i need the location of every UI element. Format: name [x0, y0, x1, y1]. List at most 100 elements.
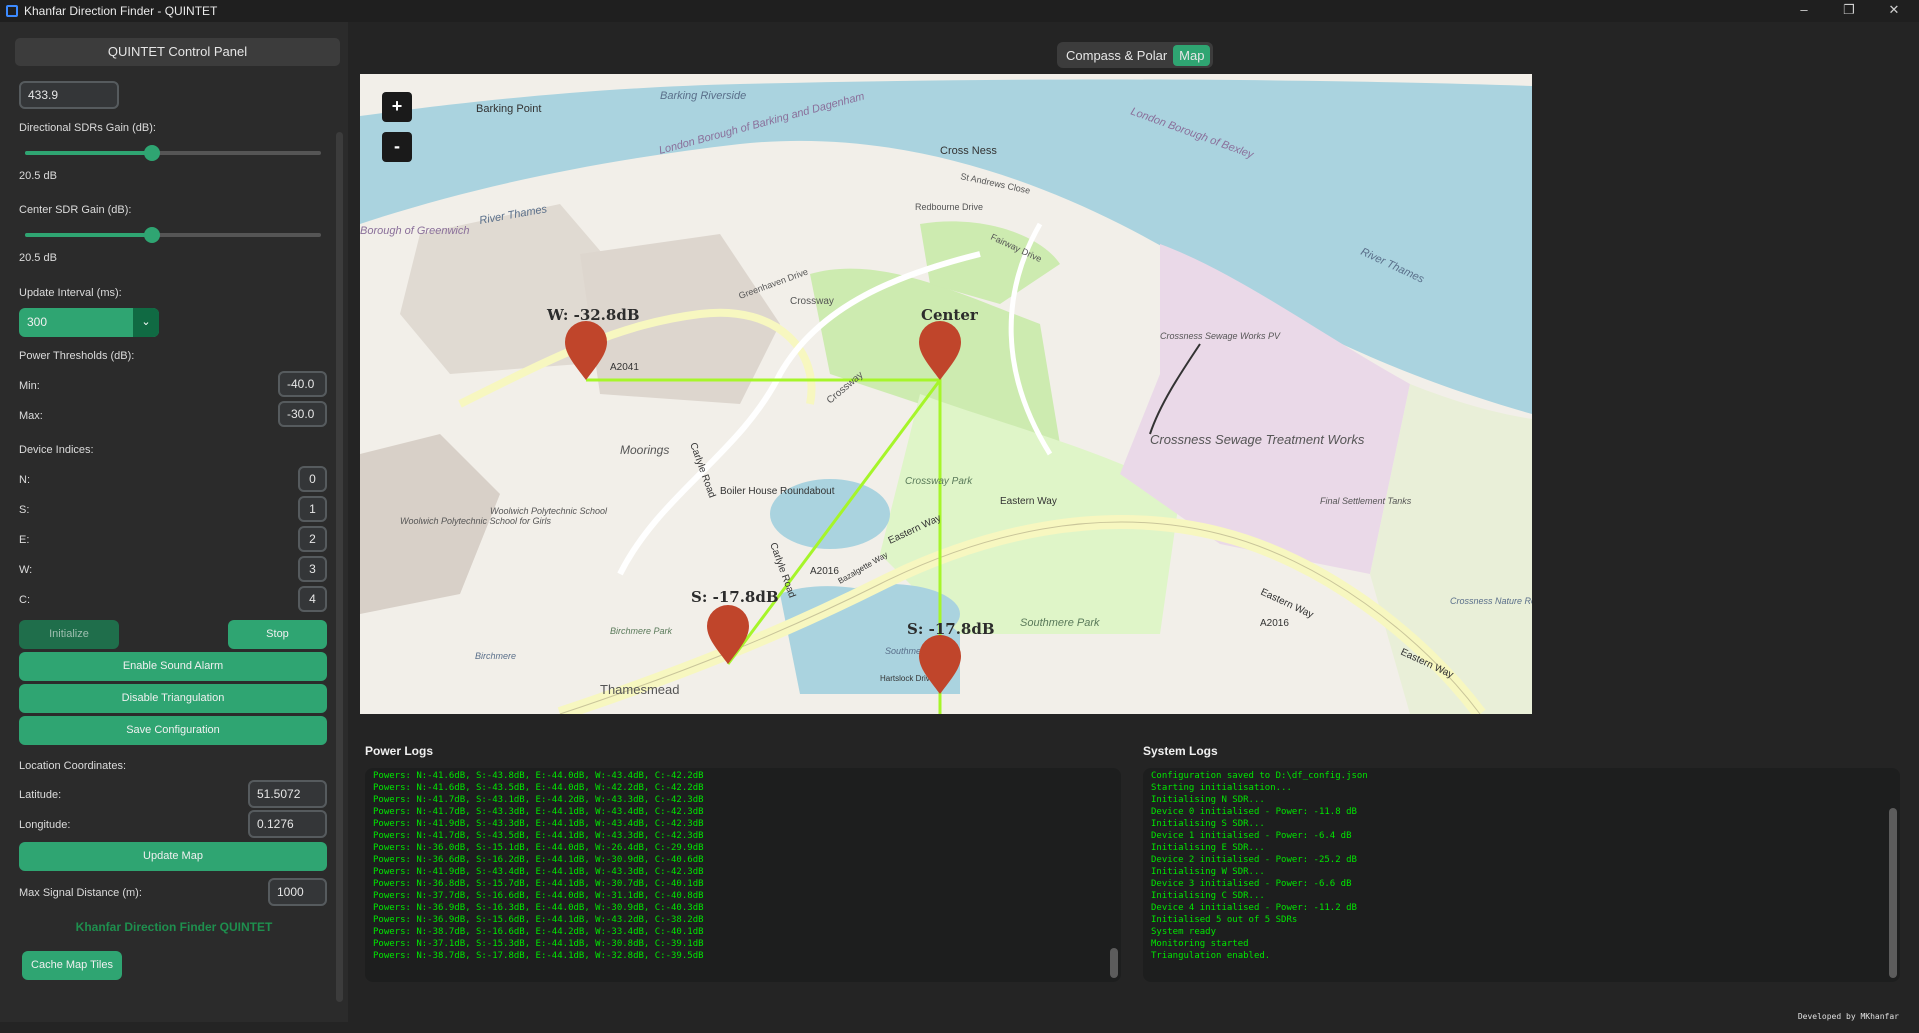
place-label: Crossway — [790, 296, 834, 307]
log-line: Initialising E SDR... — [1151, 843, 1265, 853]
place-label: Barking Riverside — [660, 90, 746, 102]
index-input-e[interactable]: 2 — [298, 526, 327, 552]
power-logs-scrollbar[interactable] — [1110, 948, 1118, 978]
system-logs-scrollbar[interactable] — [1889, 808, 1897, 978]
log-line: Device 0 initialised - Power: -11.8 dB — [1151, 807, 1357, 817]
center-gain-fill — [25, 233, 152, 237]
min-threshold-input[interactable]: -40.0 — [278, 371, 327, 397]
interval-value: 300 — [27, 315, 48, 329]
place-label: Southmere Park — [1020, 617, 1100, 629]
stop-button[interactable]: Stop — [228, 620, 327, 649]
place-label: Boiler House Roundabout — [720, 486, 835, 497]
log-line: System ready — [1151, 927, 1217, 937]
log-line: Powers: N:-38.7dB, S:-16.6dB, E:-44.2dB,… — [373, 927, 704, 937]
zoom-in-button[interactable]: + — [382, 92, 412, 122]
tab-map[interactable]: Map — [1173, 44, 1211, 66]
log-line: Device 4 initialised - Power: -11.2 dB — [1151, 903, 1357, 913]
marker-label-center: Center — [921, 306, 979, 324]
update-map-button[interactable]: Update Map — [19, 842, 327, 871]
app-icon — [6, 5, 18, 17]
view-tabs: Compass & Polar Map — [1057, 42, 1214, 68]
log-line: Initialising C SDR... — [1151, 891, 1265, 901]
center-gain-slider[interactable] — [25, 227, 321, 243]
triangulation-button[interactable]: Disable Triangulation — [19, 684, 327, 713]
place-label: Eastern Way — [1000, 496, 1057, 507]
log-line: Powers: N:-38.7dB, S:-17.8dB, E:-44.1dB,… — [373, 951, 704, 961]
index-label-n: N: — [19, 474, 30, 486]
log-line: Powers: N:-41.7dB, S:-43.5dB, E:-44.1dB,… — [373, 831, 704, 841]
maximize-button[interactable]: ❐ — [1826, 0, 1872, 22]
close-button[interactable]: ✕ — [1871, 0, 1917, 22]
dir-gain-handle[interactable] — [144, 145, 160, 161]
place-label: Moorings — [620, 443, 669, 457]
log-line: Starting initialisation... — [1151, 783, 1292, 793]
log-line: Powers: N:-41.6dB, S:-43.5dB, E:-44.0dB,… — [373, 783, 704, 793]
system-logs-panel[interactable]: Configuration saved to D:\df_config.json… — [1143, 768, 1900, 982]
place-label: Crossness Sewage Treatment Works — [1150, 432, 1365, 447]
control-panel-header: QUINTET Control Panel — [15, 38, 340, 66]
developer-credit: Developed by MKhanfar — [1797, 1012, 1899, 1021]
longitude-input[interactable]: 0.1276 — [248, 810, 327, 838]
place-label: A2016 — [810, 566, 839, 577]
initialize-button[interactable]: Initialize — [19, 620, 119, 649]
log-line: Configuration saved to D:\df_config.json — [1151, 771, 1368, 781]
log-line: Powers: N:-36.6dB, S:-16.2dB, E:-44.1dB,… — [373, 855, 704, 865]
center-gain-handle[interactable] — [144, 227, 160, 243]
power-logs-panel[interactable]: Powers: N:-41.6dB, S:-43.8dB, E:-44.0dB,… — [365, 768, 1121, 982]
log-line: Powers: N:-36.9dB, S:-16.3dB, E:-44.0dB,… — [373, 903, 704, 913]
center-gain-value: 20.5 dB — [19, 252, 57, 264]
marker-label-west: W: -32.8dB — [546, 306, 640, 324]
indices-label: Device Indices: — [19, 444, 94, 456]
max-distance-label: Max Signal Distance (m): — [19, 887, 142, 899]
log-line: Initialising S SDR... — [1151, 819, 1265, 829]
index-input-s[interactable]: 1 — [298, 496, 327, 522]
place-label: Crossness Nature Reserve — [1450, 596, 1532, 606]
save-config-button[interactable]: Save Configuration — [19, 716, 327, 745]
log-line: Powers: N:-41.7dB, S:-43.1dB, E:-44.2dB,… — [373, 795, 704, 805]
cache-tiles-button[interactable]: Cache Map Tiles — [22, 951, 122, 980]
thresholds-label: Power Thresholds (dB): — [19, 350, 135, 362]
place-label: Redbourne Drive — [915, 202, 983, 212]
brand-label: Khanfar Direction Finder QUINTET — [75, 920, 273, 934]
window-title: Khanfar Direction Finder - QUINTET — [24, 4, 218, 18]
zoom-out-button[interactable]: - — [382, 132, 412, 162]
map-view[interactable]: Barking Riverside Barking Point London B… — [360, 74, 1532, 714]
log-line: Powers: N:-41.9dB, S:-43.3dB, E:-44.1dB,… — [373, 819, 704, 829]
chevron-down-icon[interactable]: ⌄ — [133, 308, 159, 337]
log-line: Initialising W SDR... — [1151, 867, 1265, 877]
place-label: Birchmere Park — [610, 626, 673, 636]
interval-dropdown[interactable]: 300 ⌄ — [19, 308, 159, 337]
log-line: Device 1 initialised - Power: -6.4 dB — [1151, 831, 1352, 841]
max-distance-input[interactable]: 1000 — [268, 878, 327, 906]
max-threshold-input[interactable]: -30.0 — [278, 401, 327, 427]
log-line: Powers: N:-37.7dB, S:-16.6dB, E:-44.0dB,… — [373, 891, 704, 901]
log-line: Triangulation enabled. — [1151, 951, 1271, 961]
log-line: Initialised 5 out of 5 SDRs — [1151, 915, 1298, 925]
index-label-e: E: — [19, 534, 30, 546]
place-label: A2016 — [1260, 618, 1289, 629]
panel-scrollbar[interactable] — [336, 132, 343, 1002]
place-label: Crossness Sewage Works PV — [1160, 331, 1281, 341]
place-label: Woolwich Polytechnic School — [490, 506, 608, 516]
frequency-input[interactable]: 433.9 — [19, 81, 119, 109]
latitude-input[interactable]: 51.5072 — [248, 780, 327, 808]
place-label: Borough of Greenwich — [360, 225, 469, 237]
title-bar: Khanfar Direction Finder - QUINTET – ❐ ✕ — [0, 0, 1919, 22]
log-line: Powers: N:-41.7dB, S:-43.3dB, E:-44.1dB,… — [373, 807, 704, 817]
tab-compass-polar[interactable]: Compass & Polar — [1060, 45, 1173, 66]
marker-label-south: S: -17.8dB — [691, 588, 779, 606]
dir-gain-slider[interactable] — [25, 145, 321, 161]
longitude-label: Longitude: — [19, 819, 71, 831]
dir-gain-value: 20.5 dB — [19, 170, 57, 182]
sound-alarm-button[interactable]: Enable Sound Alarm — [19, 652, 327, 681]
index-input-n[interactable]: 0 — [298, 466, 327, 492]
log-line: Monitoring started — [1151, 939, 1249, 949]
min-label: Min: — [19, 380, 40, 392]
place-label: Final Settlement Tanks — [1320, 496, 1412, 506]
minimize-button[interactable]: – — [1781, 0, 1827, 22]
log-line: Powers: N:-41.9dB, S:-43.4dB, E:-44.1dB,… — [373, 867, 704, 877]
log-line: Device 2 initialised - Power: -25.2 dB — [1151, 855, 1357, 865]
index-input-c[interactable]: 4 — [298, 586, 327, 612]
log-line: Powers: N:-36.8dB, S:-15.7dB, E:-44.1dB,… — [373, 879, 704, 889]
index-input-w[interactable]: 3 — [298, 556, 327, 582]
